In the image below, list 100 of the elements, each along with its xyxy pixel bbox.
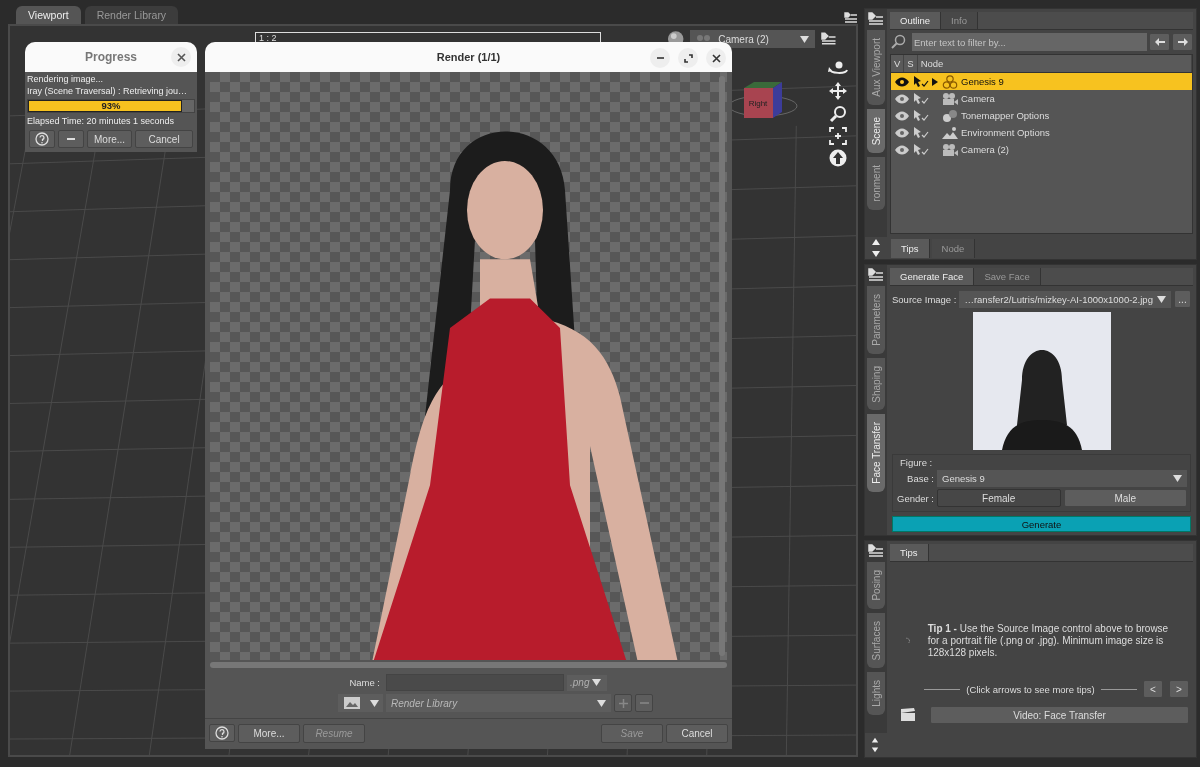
search-icon[interactable] — [890, 34, 906, 50]
minimize-button[interactable] — [58, 130, 84, 148]
camera-dropdown[interactable]: Camera (2) — [690, 30, 815, 48]
frame-icon[interactable] — [829, 127, 847, 145]
caret-icon — [1157, 295, 1166, 303]
caret-icon — [1173, 475, 1182, 482]
pointer-check-icon[interactable] — [913, 126, 929, 139]
figure-icon — [942, 74, 958, 89]
horizontal-scrollbar[interactable] — [210, 662, 727, 668]
side-tab[interactable]: Surfaces — [867, 612, 885, 669]
elapsed-time: Elapsed Time: 20 minutes 1 seconds — [27, 116, 176, 126]
zoom-icon[interactable] — [829, 105, 847, 123]
previous-tip-button[interactable]: < — [1143, 680, 1163, 698]
side-tab[interactable]: Parameters — [867, 286, 885, 354]
next-tip-button[interactable]: > — [1169, 680, 1189, 698]
base-label: Base : — [906, 473, 934, 484]
side-tab[interactable]: Face Transfer — [867, 414, 885, 493]
viewport-menu-icon[interactable] — [820, 32, 836, 46]
back-button[interactable] — [1149, 33, 1170, 51]
caret-icon — [592, 679, 602, 686]
filter-field[interactable]: Enter text to filter by... — [912, 33, 1147, 51]
panel-tab[interactable]: Info — [941, 12, 978, 29]
panel-menu-icon[interactable] — [868, 544, 884, 558]
source-image-label: Source Image : — [892, 293, 957, 305]
pointer-check-icon[interactable] — [913, 109, 929, 122]
pointer-check-icon[interactable] — [913, 75, 929, 88]
caret-icon — [799, 35, 809, 43]
cancel-button[interactable]: Cancel — [135, 130, 193, 148]
dialog-button[interactable]: More... — [238, 724, 300, 743]
tree-row[interactable]: Tonemapper Options — [891, 107, 1192, 124]
panel-tab[interactable]: Save Face — [974, 268, 1041, 285]
base-dropdown[interactable]: Genesis 9 — [937, 470, 1187, 487]
camera-icon — [942, 91, 958, 106]
panel-tab[interactable]: Tips — [890, 544, 929, 561]
browse-button[interactable]: ... — [1174, 290, 1191, 308]
side-tab[interactable]: Lights — [867, 672, 885, 715]
library-dropdown[interactable]: Render Library — [386, 694, 611, 712]
tree-row[interactable]: Camera (2) — [891, 141, 1192, 158]
move-icon[interactable] — [828, 81, 848, 101]
minimize-button[interactable] — [650, 48, 670, 68]
panel-tab[interactable]: Outline — [890, 12, 942, 29]
side-tab[interactable]: Aux Viewport — [867, 30, 885, 105]
image-type-dropdown[interactable] — [338, 694, 383, 712]
column-header[interactable]: V — [891, 55, 905, 72]
pane-menu-icon[interactable] — [844, 12, 858, 24]
source-image-dropdown[interactable]: …ransfer2/Lutris/mizkey-AI-1000x1000-2.jpg — [959, 290, 1171, 308]
clapperboard-icon — [900, 708, 916, 722]
close-button[interactable] — [706, 48, 726, 68]
gender-toggle[interactable]: Female — [937, 489, 1061, 507]
plus-icon — [618, 698, 628, 708]
tree-row[interactable]: Camera — [891, 90, 1192, 107]
column-header[interactable]: Node — [917, 55, 1192, 72]
node-label: Tonemapper Options — [961, 110, 1050, 121]
side-tab[interactable]: ronment — [867, 157, 885, 210]
scroll-arrows-icon[interactable] — [871, 238, 881, 258]
node-label: Environment Options — [961, 127, 1050, 138]
side-tab[interactable]: Scene — [867, 108, 885, 154]
left-arrow-icon — [1154, 38, 1165, 46]
expand-arrow-icon[interactable] — [932, 77, 938, 86]
help-button[interactable] — [29, 130, 55, 148]
forward-button[interactable] — [1172, 33, 1193, 51]
tree-row[interactable]: Environment Options — [891, 124, 1192, 141]
panel-menu-icon[interactable] — [868, 12, 884, 26]
orbit-icon[interactable] — [828, 61, 848, 77]
maximize-button[interactable] — [678, 48, 698, 68]
viewport-tab[interactable]: Render Library — [84, 6, 179, 24]
node-label: Genesis 9 — [961, 76, 1004, 87]
side-tab[interactable]: Shaping — [867, 357, 885, 411]
dialog-title: Progress — [85, 50, 137, 64]
right-arrow-icon — [1177, 38, 1188, 46]
viewport-tab[interactable]: Viewport — [16, 6, 81, 24]
panel-tab[interactable]: Node — [931, 238, 976, 258]
figure-label: Figure : — [899, 457, 933, 468]
close-button[interactable] — [171, 47, 191, 67]
panel-tab[interactable]: Generate Face — [890, 268, 975, 285]
tip-text: Tip 1 - Use the Source Image control above to browse for a portrait file (.png or .jpg). Minimum image size is 128x128 pixels. — [927, 623, 1170, 659]
camera-icon — [696, 34, 713, 44]
video-button[interactable]: Video: Face Transfer — [930, 706, 1189, 724]
minus-icon — [639, 702, 649, 704]
tips-hint: (Click arrows to see more tips) — [966, 683, 1095, 695]
add-button[interactable] — [614, 694, 632, 712]
eye-icon[interactable] — [894, 76, 910, 87]
panel-menu-icon[interactable] — [868, 268, 884, 282]
dialog-title: Render (1/1) — [436, 51, 501, 63]
caret-icon — [369, 699, 379, 707]
more-button[interactable]: More... — [87, 130, 133, 148]
node-label: Camera (2) — [961, 144, 1010, 155]
node-label: Camera — [961, 93, 995, 104]
minimize-icon — [655, 57, 665, 59]
pointer-check-icon[interactable] — [913, 92, 929, 105]
dialog-button[interactable]: Cancel — [666, 724, 728, 743]
gender-toggle[interactable]: Male — [1063, 489, 1187, 507]
tree-row[interactable]: Genesis 9 — [891, 73, 1192, 90]
column-header[interactable]: S — [904, 55, 918, 72]
help-button[interactable] — [209, 724, 235, 742]
side-tab[interactable]: Posing — [867, 562, 885, 609]
generate-button[interactable]: Generate — [892, 516, 1191, 532]
vertical-scrollbar[interactable] — [719, 76, 725, 656]
pointer-check-icon[interactable] — [913, 143, 929, 156]
panel-tab[interactable]: Tips — [891, 238, 930, 258]
